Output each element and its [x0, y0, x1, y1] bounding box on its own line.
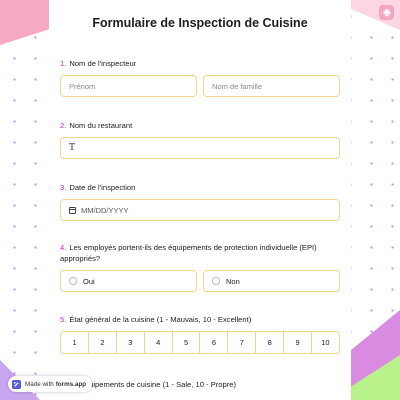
text-cursor-icon: T	[69, 143, 76, 153]
question-label: Les employés portent-ils des équipements…	[60, 243, 317, 263]
question-number: 1.	[60, 59, 67, 68]
badge-brand: forms.app	[55, 380, 87, 388]
first-name-placeholder: Prénom	[69, 81, 96, 91]
question-kitchen-condition: 5. État général de la cuisine (1 - Mauvai…	[60, 314, 340, 354]
calendar-icon[interactable]	[69, 206, 76, 214]
question-number: 2.	[60, 121, 67, 130]
scale-option-6[interactable]: 6	[199, 331, 229, 354]
scale-option-1[interactable]: 1	[60, 331, 90, 354]
scale-option-10[interactable]: 10	[310, 331, 340, 354]
question-restaurant-name: 2. Nom du restaurant T	[60, 120, 340, 159]
radio-option-non[interactable]: Non	[203, 270, 340, 292]
question-number: 3.	[60, 183, 67, 192]
last-name-input[interactable]: Nom de famille	[203, 75, 340, 97]
made-with-badge[interactable]: Made with forms.app	[8, 376, 93, 392]
radio-circle-icon	[69, 277, 77, 285]
print-icon	[383, 9, 390, 17]
form-title: Formulaire de Inspection de Cuisine	[92, 16, 308, 30]
question-label: Nom du restaurant	[69, 121, 133, 130]
radio-option-label: Non	[226, 276, 240, 286]
radio-option-label: Oui	[83, 276, 95, 286]
radio-option-oui[interactable]: Oui	[60, 270, 197, 292]
scale-option-9[interactable]: 9	[283, 331, 313, 354]
date-placeholder: MM/DD/YYYY	[81, 205, 129, 215]
restaurant-name-input[interactable]: T	[60, 137, 340, 159]
question-label: État général de la cuisine (1 - Mauvais,…	[69, 315, 252, 324]
scale-option-8[interactable]: 8	[255, 331, 285, 354]
question-ppe: 4. Les employés portent-ils des équipemen…	[60, 242, 340, 292]
question-label: Date de l'inspection	[69, 183, 136, 192]
question-label: Nom de l'inspecteur	[69, 59, 137, 68]
scale-option-4[interactable]: 4	[143, 331, 173, 354]
question-inspection-date: 3. Date de l'inspection MM/DD/YYYY	[60, 182, 340, 221]
rating-scale: 1 2 3 4 5 6 7 8 9 10	[60, 331, 340, 354]
print-button[interactable]	[379, 5, 394, 20]
date-input[interactable]: MM/DD/YYYY	[60, 199, 340, 221]
question-inspector-name: 1. Nom de l'inspecteur Prénom Nom de fami…	[60, 58, 340, 97]
badge-prefix: Made with	[25, 380, 54, 388]
scale-option-2[interactable]: 2	[87, 331, 117, 354]
scale-option-5[interactable]: 5	[171, 331, 201, 354]
radio-circle-icon	[212, 277, 220, 285]
first-name-input[interactable]: Prénom	[60, 75, 197, 97]
forms-app-logo-icon	[12, 379, 21, 389]
scale-option-7[interactable]: 7	[227, 331, 257, 354]
scale-option-3[interactable]: 3	[115, 331, 145, 354]
question-number: 4.	[60, 243, 67, 252]
question-number: 5.	[60, 315, 67, 324]
last-name-placeholder: Nom de famille	[212, 81, 263, 91]
